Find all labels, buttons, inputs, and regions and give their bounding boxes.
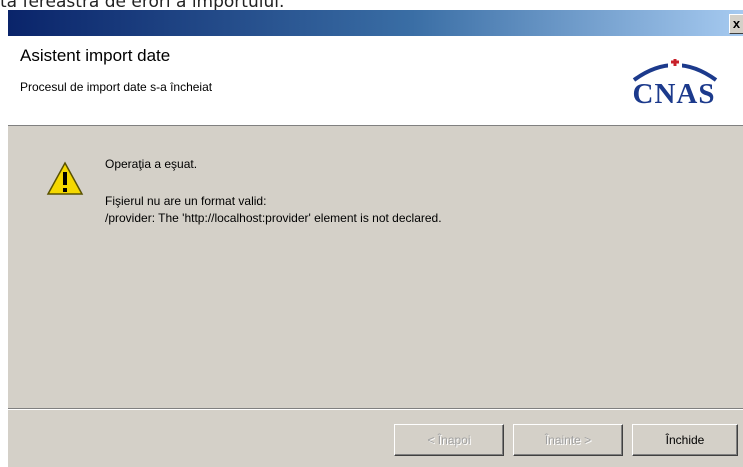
document-caption: ta fereastra de erori a importului. bbox=[0, 0, 285, 10]
button-separator bbox=[8, 408, 743, 410]
wizard-content: Operaţia a eşuat. Fişierul nu are un for… bbox=[8, 127, 743, 409]
warning-icon bbox=[46, 161, 84, 195]
import-wizard-window: x Asistent import date Procesul de impor… bbox=[8, 10, 743, 467]
error-detail-line1: Fişierul nu are un format valid: bbox=[105, 194, 267, 208]
window-close-button[interactable]: x bbox=[729, 14, 743, 34]
error-detail-line2: /provider: The 'http://localhost:provide… bbox=[105, 211, 442, 225]
next-button[interactable]: Înainte > bbox=[513, 424, 623, 456]
back-button[interactable]: < Înapoi bbox=[394, 424, 504, 456]
cnas-logo: CNAS bbox=[612, 56, 736, 112]
close-button[interactable]: Închide bbox=[632, 424, 738, 456]
wizard-subtitle: Procesul de import date s-a încheiat bbox=[20, 80, 213, 94]
logo-text: CNAS bbox=[632, 78, 716, 110]
title-bar[interactable]: x bbox=[8, 10, 743, 36]
wizard-header: Asistent import date Procesul de import … bbox=[8, 36, 743, 126]
wizard-title: Asistent import date bbox=[20, 46, 171, 65]
error-title: Operaţia a eşuat. bbox=[105, 157, 198, 171]
